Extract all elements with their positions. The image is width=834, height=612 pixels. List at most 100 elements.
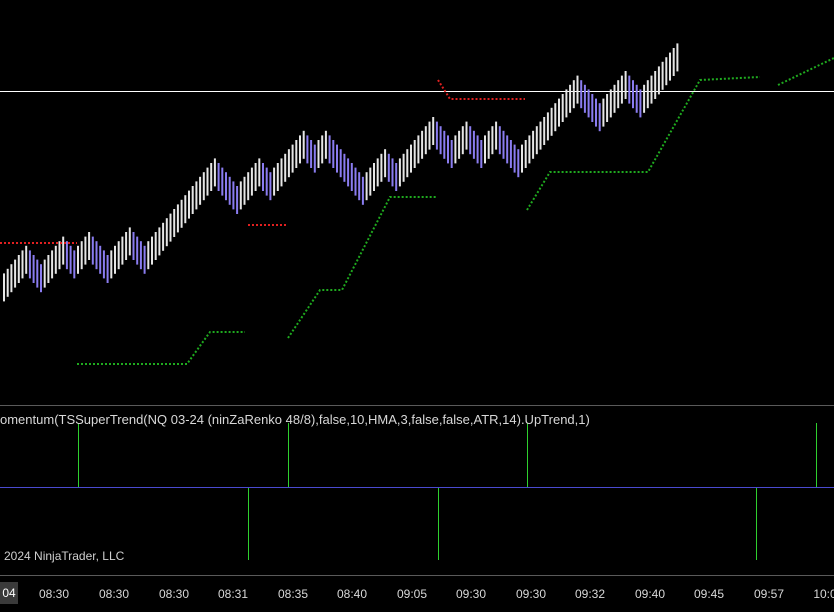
chart-area[interactable]: omentum(TSSuperTrend(NQ 03-24 (ninZaRenk… xyxy=(0,0,834,612)
up-brick xyxy=(287,149,290,178)
down-brick xyxy=(221,167,224,196)
down-brick xyxy=(591,94,594,122)
up-brick xyxy=(650,75,653,104)
up-brick xyxy=(665,57,668,86)
up-brick xyxy=(572,80,575,109)
down-brick xyxy=(269,172,272,201)
up-brick xyxy=(291,144,294,173)
up-brick xyxy=(188,190,190,219)
up-brick xyxy=(365,172,368,201)
down-brick xyxy=(313,144,316,173)
up-brick xyxy=(276,163,279,191)
down-brick xyxy=(583,84,586,113)
down-brick xyxy=(361,176,364,205)
down-brick xyxy=(36,259,39,288)
up-brick xyxy=(613,84,616,113)
up-brick xyxy=(206,167,209,196)
up-brick xyxy=(250,167,253,196)
up-brick xyxy=(487,130,490,159)
up-brick xyxy=(110,250,113,279)
down-brick xyxy=(69,245,72,274)
time-axis[interactable]: 08:30 08:30 08:30 08:31 08:35 08:40 09:05 09:30… xyxy=(0,578,834,612)
up-brick xyxy=(280,158,283,187)
up-brick xyxy=(165,218,168,247)
up-brick xyxy=(528,135,531,164)
up-brick xyxy=(125,232,128,260)
up-brick xyxy=(672,48,675,76)
down-brick xyxy=(136,236,139,265)
copyright-text: 2024 NinjaTrader, LLC xyxy=(4,549,125,563)
up-brick xyxy=(158,227,161,256)
up-brick xyxy=(373,163,375,191)
time-tick-label: 08:30 xyxy=(158,587,190,601)
up-brick xyxy=(454,135,457,164)
up-brick xyxy=(495,121,498,150)
up-brick xyxy=(258,158,261,187)
up-brick xyxy=(299,135,301,164)
down-brick xyxy=(472,130,475,159)
up-brick xyxy=(213,158,216,187)
up-brick xyxy=(413,140,416,168)
down-brick xyxy=(435,121,438,150)
up-brick xyxy=(128,227,131,256)
down-brick xyxy=(469,126,472,155)
up-brick xyxy=(550,107,553,136)
down-brick xyxy=(217,163,220,191)
up-brick xyxy=(432,117,435,145)
down-brick xyxy=(262,163,264,191)
down-brick xyxy=(439,126,442,155)
down-brick xyxy=(635,84,638,113)
down-brick xyxy=(480,140,483,168)
up-brick xyxy=(606,94,609,122)
up-brick xyxy=(676,43,679,72)
time-tick-label: 09:05 xyxy=(396,587,428,601)
time-tick-label: 08:30 xyxy=(98,587,130,601)
up-brick xyxy=(376,158,379,187)
down-brick xyxy=(95,241,98,270)
down-brick xyxy=(502,130,505,159)
up-brick xyxy=(199,176,202,205)
up-brick xyxy=(117,241,120,270)
up-brick xyxy=(202,172,205,201)
down-brick xyxy=(447,135,449,164)
up-brick xyxy=(88,232,91,260)
down-brick xyxy=(350,163,353,191)
up-brick xyxy=(84,236,87,265)
up-brick xyxy=(254,163,257,191)
down-brick xyxy=(236,186,239,214)
down-brick xyxy=(225,172,227,201)
time-tick-label: 08:40 xyxy=(336,587,368,601)
up-brick xyxy=(620,75,623,104)
up-brick xyxy=(147,241,150,270)
up-brick xyxy=(210,163,213,191)
up-brick xyxy=(491,126,494,155)
up-brick xyxy=(273,167,276,196)
up-brick xyxy=(424,126,427,155)
up-brick xyxy=(58,241,61,270)
up-brick xyxy=(14,259,17,288)
up-brick xyxy=(195,181,198,210)
up-brick xyxy=(609,89,612,118)
price-chart-svg xyxy=(0,43,834,576)
up-brick xyxy=(324,130,327,159)
up-brick xyxy=(669,52,671,81)
up-brick xyxy=(43,259,46,288)
down-brick xyxy=(332,140,335,168)
up-brick xyxy=(554,103,557,132)
up-brick xyxy=(243,176,246,205)
up-brick xyxy=(77,245,79,274)
down-brick xyxy=(506,135,509,164)
up-brick xyxy=(321,135,324,164)
down-brick xyxy=(91,236,94,265)
time-tick-label: 08:31 xyxy=(217,587,249,601)
uptrend-line-2 xyxy=(287,196,437,339)
down-brick xyxy=(132,232,135,260)
up-brick xyxy=(565,89,568,118)
up-brick xyxy=(3,273,5,302)
time-tick-label: 09:30 xyxy=(515,587,547,601)
up-brick xyxy=(384,149,387,178)
up-brick xyxy=(17,255,20,283)
up-brick xyxy=(173,209,176,237)
up-brick xyxy=(465,121,468,150)
down-brick xyxy=(632,80,634,109)
